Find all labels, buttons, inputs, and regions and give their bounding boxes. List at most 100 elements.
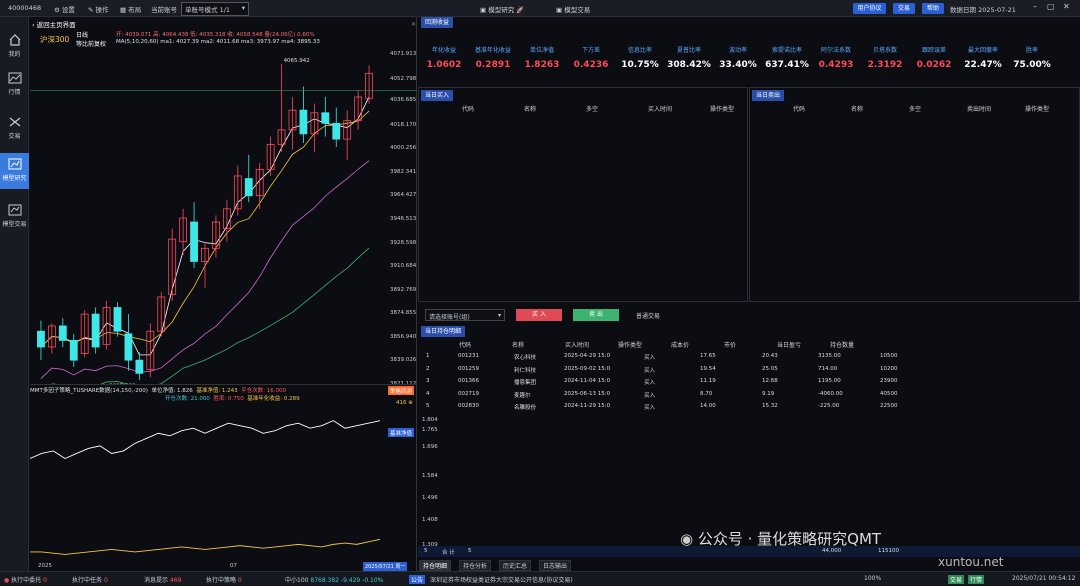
nav-line-chart[interactable] bbox=[30, 402, 417, 562]
table-cell[interactable]: 5 bbox=[426, 403, 430, 409]
metric-label[interactable]: 贝塔系数 bbox=[862, 45, 908, 54]
candle-body[interactable] bbox=[135, 359, 144, 374]
table-cell[interactable]: 9.19 bbox=[762, 391, 774, 397]
metric-value[interactable]: 22.47% bbox=[960, 60, 1006, 70]
column-header[interactable]: 当日盈亏 bbox=[777, 340, 801, 349]
sell-panel-header[interactable]: 当日卖出 bbox=[752, 90, 785, 101]
metric-label[interactable]: 年化收益 bbox=[421, 45, 467, 54]
table-cell[interactable]: 001231 bbox=[458, 353, 479, 359]
table-cell[interactable]: 买入 bbox=[644, 353, 655, 361]
model-research-title[interactable]: ▣ 模型研究 🚀 bbox=[480, 4, 524, 14]
table-cell[interactable]: 麦趣尔 bbox=[514, 391, 531, 399]
column-header[interactable]: 代码 bbox=[462, 104, 474, 113]
positions-header[interactable]: 当日持仓明细 bbox=[421, 326, 466, 337]
sidebar-item-model-trade[interactable]: 模型交易 bbox=[0, 199, 29, 235]
table-row[interactable]: 4 002719 麦趣尔 2025-06-13 15:0 买入 8.70 9.19 -4060… bbox=[418, 390, 918, 401]
price-tick[interactable]: 3856.940 bbox=[390, 334, 418, 340]
price-tick[interactable]: 3839.026 bbox=[390, 357, 418, 363]
help-button[interactable]: 帮助 bbox=[922, 3, 944, 14]
metric-value[interactable]: 637.41% bbox=[764, 60, 810, 70]
table-cell[interactable]: 2025-04-29 15:0 bbox=[564, 353, 610, 359]
column-header[interactable]: 持仓数量 bbox=[830, 340, 854, 349]
settings-menu[interactable]: ⚙ 设置 bbox=[54, 4, 75, 14]
metric-value[interactable]: 10.75% bbox=[617, 60, 663, 70]
candle-body[interactable] bbox=[113, 307, 122, 332]
metric-value[interactable]: 2.3192 bbox=[862, 60, 908, 70]
buy-panel-header[interactable]: 当日买入 bbox=[421, 90, 454, 101]
table-cell[interactable]: 3 bbox=[426, 378, 430, 384]
metric-label[interactable]: 信息比率 bbox=[617, 45, 663, 54]
backtest-header[interactable]: 回测收益 bbox=[421, 17, 454, 28]
normal-trade-label[interactable]: 普通交易 bbox=[636, 311, 660, 320]
table-row[interactable]: 1 001231 农心科技 2025-04-29 15:0 买入 17.65 20.43 31… bbox=[418, 352, 918, 363]
price-tick[interactable]: 3928.598 bbox=[390, 240, 418, 246]
candlestick-chart[interactable]: 4065.9423827.083 bbox=[30, 45, 417, 385]
price-tick[interactable]: 4071.913 bbox=[390, 51, 418, 57]
nav-tick[interactable]: 1.696 bbox=[422, 444, 450, 450]
table-cell[interactable]: -4060.00 bbox=[818, 391, 843, 397]
candle-body[interactable] bbox=[332, 122, 341, 140]
table-cell[interactable]: 001366 bbox=[458, 378, 479, 384]
table-cell[interactable]: 2025-09-02 15:0 bbox=[564, 366, 610, 372]
model-trade-title[interactable]: ▣ 模型交易 bbox=[556, 4, 590, 14]
minimize-icon[interactable]: – bbox=[1033, 2, 1037, 11]
metric-label[interactable]: 胜率 bbox=[1009, 45, 1055, 54]
back-to-home-link[interactable]: ‹ 返回主页界面 bbox=[32, 19, 76, 29]
table-cell[interactable]: 001259 bbox=[458, 366, 479, 372]
table-cell[interactable]: 1 bbox=[426, 353, 430, 359]
trade-button[interactable]: 交易 bbox=[893, 3, 915, 14]
table-cell[interactable]: 利仁科技 bbox=[514, 366, 536, 374]
column-header[interactable]: 操作类型 bbox=[618, 340, 642, 349]
table-cell[interactable]: 1195.00 bbox=[818, 378, 841, 384]
maximize-icon[interactable]: ▢ bbox=[1047, 2, 1055, 11]
table-row[interactable]: 5 002830 名雕股份 2024-11-29 15:0 买入 14.00 15.32 -2… bbox=[418, 402, 918, 413]
table-cell[interactable]: 10200 bbox=[880, 366, 898, 372]
operate-menu[interactable]: ✎ 操作 bbox=[88, 4, 109, 14]
table-cell[interactable]: 17.65 bbox=[700, 353, 716, 359]
metric-value[interactable]: 0.0262 bbox=[911, 60, 957, 70]
table-cell[interactable]: 2024-11-04 15:0 bbox=[564, 378, 610, 384]
metric-label[interactable]: 阿尔法系数 bbox=[813, 45, 859, 54]
table-cell[interactable]: 002719 bbox=[458, 391, 479, 397]
tab-history-summary[interactable]: 历史汇总 bbox=[499, 560, 532, 571]
table-cell[interactable]: 25.05 bbox=[762, 366, 778, 372]
table-cell[interactable]: 4 bbox=[426, 391, 430, 397]
sidebar-item-mine[interactable]: 我的 bbox=[0, 29, 29, 65]
candle-body[interactable] bbox=[58, 325, 67, 341]
candle-body[interactable] bbox=[124, 333, 133, 361]
column-header[interactable]: 买入时间 bbox=[565, 340, 589, 349]
table-cell[interactable]: 2 bbox=[426, 366, 430, 372]
candle-body[interactable] bbox=[190, 221, 198, 262]
notice-text[interactable]: 深圳证券市场权益类证券大宗交易公开信息(协议交易) bbox=[430, 575, 573, 584]
table-cell[interactable]: 买入 bbox=[644, 403, 655, 411]
zoom-level[interactable]: 100% bbox=[864, 575, 881, 582]
table-cell[interactable]: 买入 bbox=[644, 366, 655, 374]
price-tick[interactable]: 4000.256 bbox=[390, 145, 418, 151]
metric-label[interactable]: 夏普比率 bbox=[666, 45, 712, 54]
table-cell[interactable]: 2025-06-13 15:0 bbox=[564, 391, 610, 397]
nav-tick[interactable]: 1.804 bbox=[422, 417, 450, 423]
mode-select[interactable]: 单账号模式 1/1 ▾ bbox=[181, 2, 250, 16]
price-tick[interactable]: 3910.684 bbox=[390, 263, 418, 269]
metric-label[interactable]: 波动率 bbox=[715, 45, 761, 54]
table-cell[interactable]: 买入 bbox=[644, 378, 655, 386]
metric-label[interactable]: 跟踪误差 bbox=[911, 45, 957, 54]
nav-tick[interactable]: 1.584 bbox=[422, 473, 450, 479]
column-header[interactable]: 买入时间 bbox=[648, 104, 672, 113]
tab-position-analysis[interactable]: 持仓分析 bbox=[459, 560, 492, 571]
price-tick[interactable]: 3982.341 bbox=[390, 169, 418, 175]
metric-value[interactable]: 0.4293 bbox=[813, 60, 859, 70]
candle-body[interactable] bbox=[321, 112, 330, 124]
table-cell[interactable]: 12.68 bbox=[762, 378, 778, 384]
layout-menu[interactable]: ▦ 布局 bbox=[120, 4, 141, 14]
column-header[interactable]: 多空 bbox=[909, 104, 921, 113]
candle-body[interactable] bbox=[244, 178, 253, 197]
account-select[interactable]: 请选择账号(组) ▾ bbox=[425, 309, 505, 321]
tab-position-detail[interactable]: 持仓明细 bbox=[419, 560, 452, 571]
sidebar-item-model-research[interactable]: 模型研究 bbox=[0, 153, 29, 189]
price-tick[interactable]: 3892.769 bbox=[390, 287, 418, 293]
table-cell[interactable]: 15.32 bbox=[762, 403, 778, 409]
table-cell[interactable]: 40500 bbox=[880, 391, 898, 397]
price-tick[interactable]: 4036.685 bbox=[390, 97, 418, 103]
metric-value[interactable]: 33.40% bbox=[715, 60, 761, 70]
